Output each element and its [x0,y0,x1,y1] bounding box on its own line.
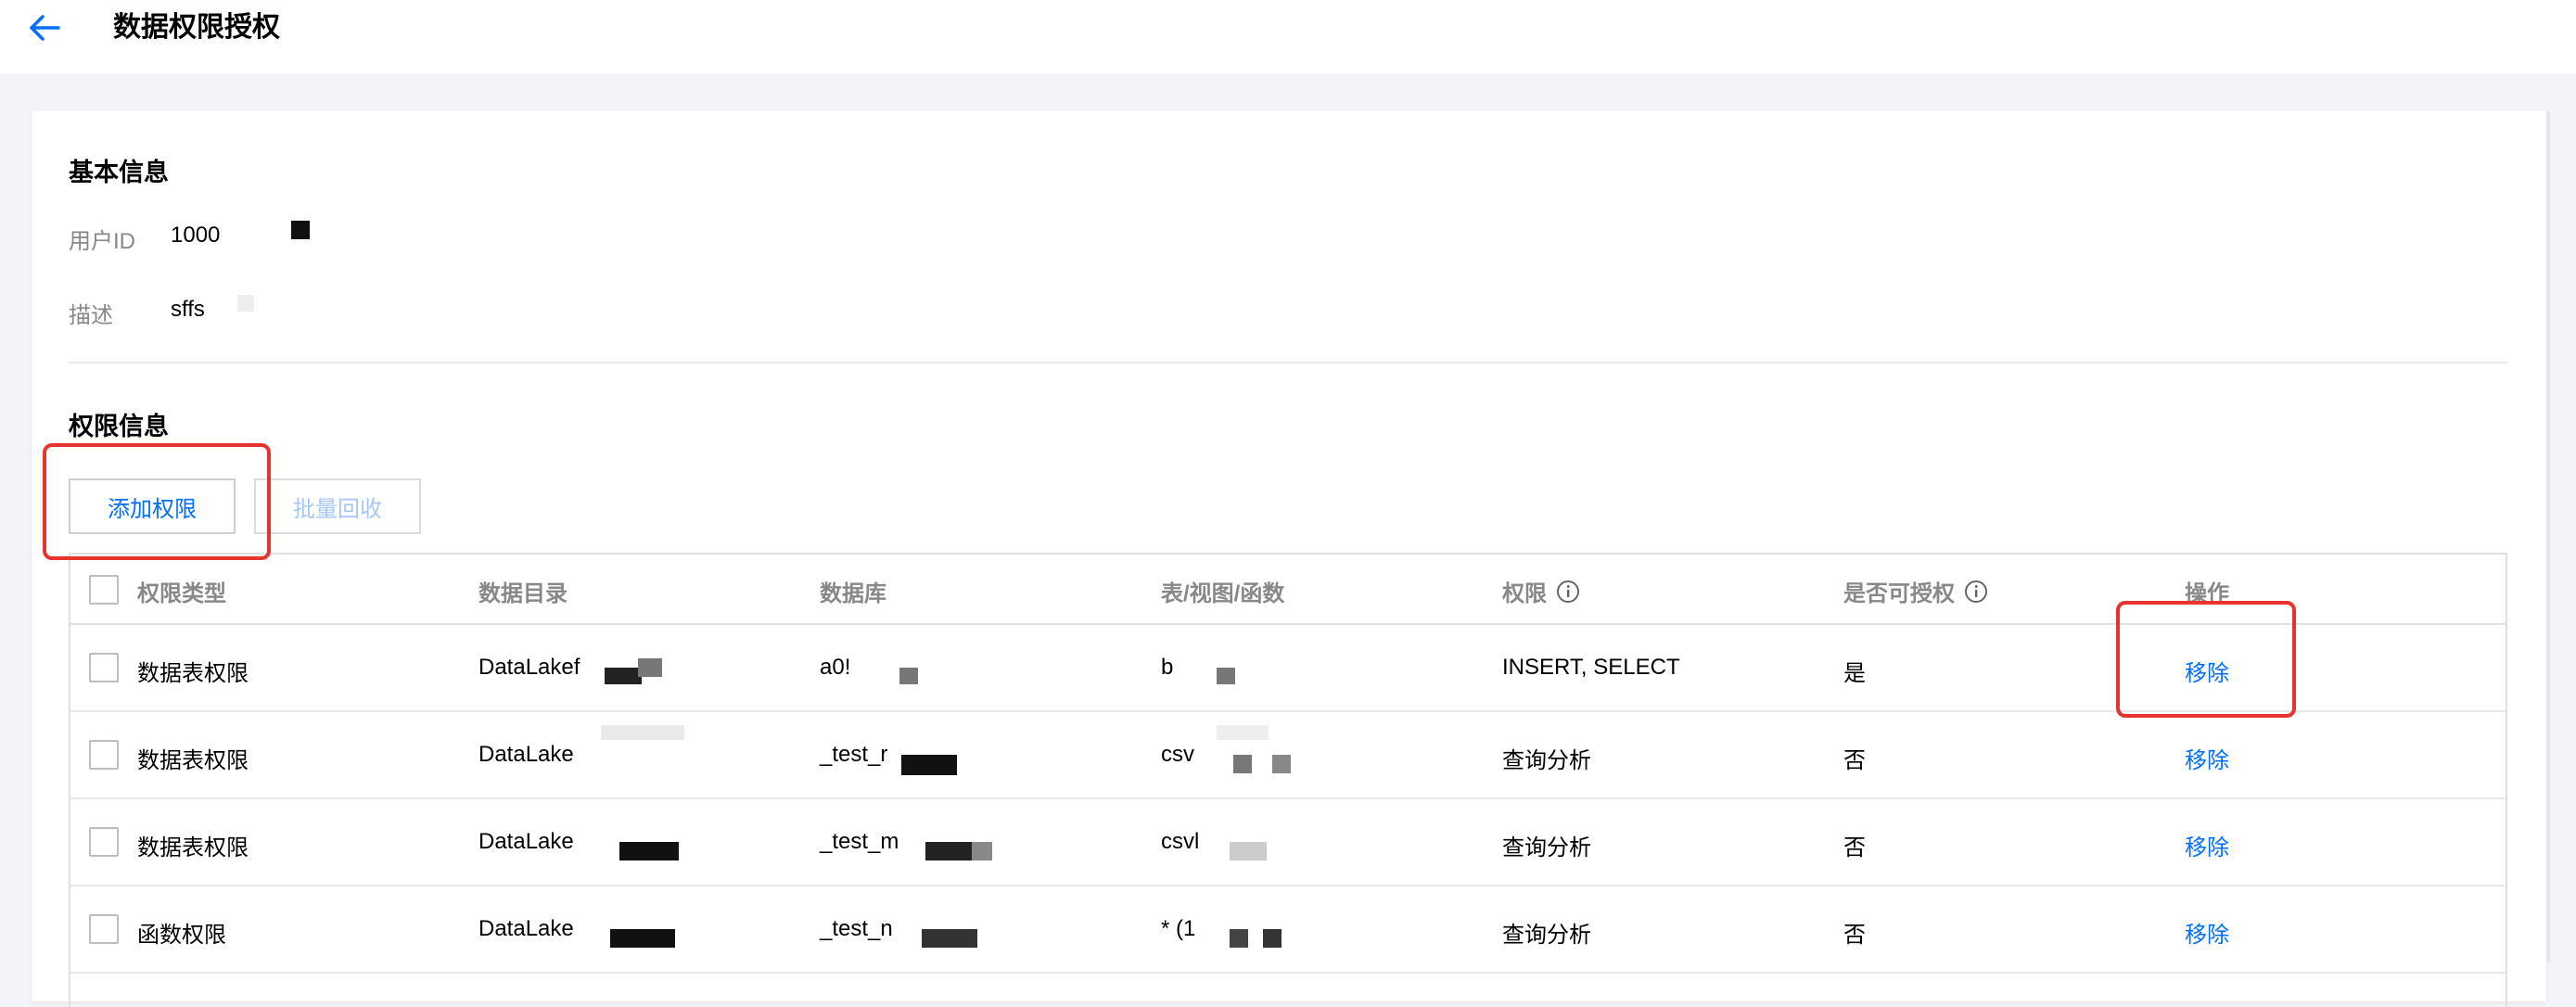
column-header-database: 数据库 [820,581,886,606]
arrow-left-icon [30,15,60,41]
redaction-block [1230,842,1267,860]
cell-database: _test_r [820,742,888,767]
add-permission-button[interactable]: 添加权限 [69,478,236,534]
page-title: 数据权限授权 [113,12,280,43]
column-header-table: 表/视图/函数 [1161,581,1285,606]
row-checkbox[interactable] [89,914,119,944]
row-checkbox[interactable] [89,740,119,770]
select-all-checkbox[interactable] [89,575,119,605]
section-divider [69,362,2507,363]
redaction-block [601,725,684,740]
redaction-block [610,929,675,948]
cell-database: a0! [820,655,851,680]
redaction-block [1233,755,1252,773]
cell-type: 数据表权限 [137,748,249,773]
remove-link[interactable]: 移除 [2185,742,2229,774]
user-id-label: 用户ID [69,229,135,254]
scrollbar-track[interactable] [2546,111,2550,962]
cell-catalog: DataLakef [478,655,580,680]
cell-permission: 查询分析 [1502,923,1591,948]
remove-link[interactable]: 移除 [2185,655,2229,687]
page-header: 数据权限授权 [0,0,2576,74]
redaction-block [605,668,642,684]
redaction-block [1217,725,1269,740]
redaction-block [237,295,254,312]
table-header: 权限类型 数据目录 数据库 表/视图/函数 权限 是否可授权 操作 [70,554,2506,625]
remove-link[interactable]: 移除 [2185,829,2229,861]
column-header-type: 权限类型 [137,581,226,606]
row-checkbox[interactable] [89,653,119,682]
back-button[interactable] [24,7,65,48]
column-header-permission: 权限 [1502,575,1580,607]
basic-info-title: 基本信息 [69,159,169,186]
description-value: sffs [171,297,205,322]
table-row: 函数权限 DataLake _test_n * (1 查询分析 否 移除 [70,886,2506,974]
cell-table: csv [1161,742,1194,767]
column-header-catalog: 数据目录 [478,581,567,606]
batch-revoke-button[interactable]: 批量回收 [254,478,421,534]
column-header-action: 操作 [2185,581,2229,606]
redaction-block [1230,929,1248,948]
cell-catalog: DataLake [478,829,574,854]
info-circle-icon[interactable] [1964,580,1988,604]
cell-type: 数据表权限 [137,661,249,686]
cell-permission: 查询分析 [1502,835,1591,860]
remove-link[interactable]: 移除 [2185,916,2229,949]
cell-grantable: 否 [1843,835,1866,860]
redaction-block [922,929,977,948]
content-panel: 基本信息 用户ID 1000 描述 sffs 权限信息 添加权限 批量回收 权限… [32,111,2546,1007]
cell-table: csvl [1161,829,1200,854]
permissions-title: 权限信息 [69,413,169,440]
column-header-permission-label: 权限 [1502,581,1547,606]
cell-catalog: DataLake [478,742,574,767]
cell-database: _test_m [820,829,899,854]
description-label: 描述 [69,303,113,328]
redaction-block [972,842,992,860]
permissions-table: 权限类型 数据目录 数据库 表/视图/函数 权限 是否可授权 操作 数据表权限 … [69,553,2507,1007]
cell-grantable: 是 [1843,661,1866,686]
redaction-block [619,842,679,860]
redaction-block [899,668,918,684]
table-row: 数据表权限 DataLakef a0! b INSERT, SELECT 是 移… [70,625,2506,712]
user-id-value: 1000 [171,223,221,248]
cell-database: _test_n [820,916,893,941]
row-checkbox[interactable] [89,827,119,857]
cell-permission: 查询分析 [1502,748,1591,773]
cell-table: * (1 [1161,916,1196,941]
column-header-grantable: 是否可授权 [1843,575,1988,607]
cell-permission: INSERT, SELECT [1502,655,1680,680]
cell-grantable: 否 [1843,923,1866,948]
redaction-block [1217,668,1235,684]
table-row: 数据表权限 DataLake _test_m csvl 查询分析 否 移除 [70,799,2506,886]
cell-grantable: 否 [1843,748,1866,773]
column-header-grantable-label: 是否可授权 [1843,581,1955,606]
redaction-block [638,658,662,677]
redaction-block [291,221,310,239]
redaction-block [901,755,957,775]
cell-catalog: DataLake [478,916,574,941]
redaction-block [1272,755,1291,773]
cell-table: b [1161,655,1174,680]
cell-type: 函数权限 [137,923,226,948]
cell-type: 数据表权限 [137,835,249,860]
info-circle-icon[interactable] [1556,580,1580,604]
redaction-block [925,842,974,860]
redaction-block [1263,929,1282,948]
